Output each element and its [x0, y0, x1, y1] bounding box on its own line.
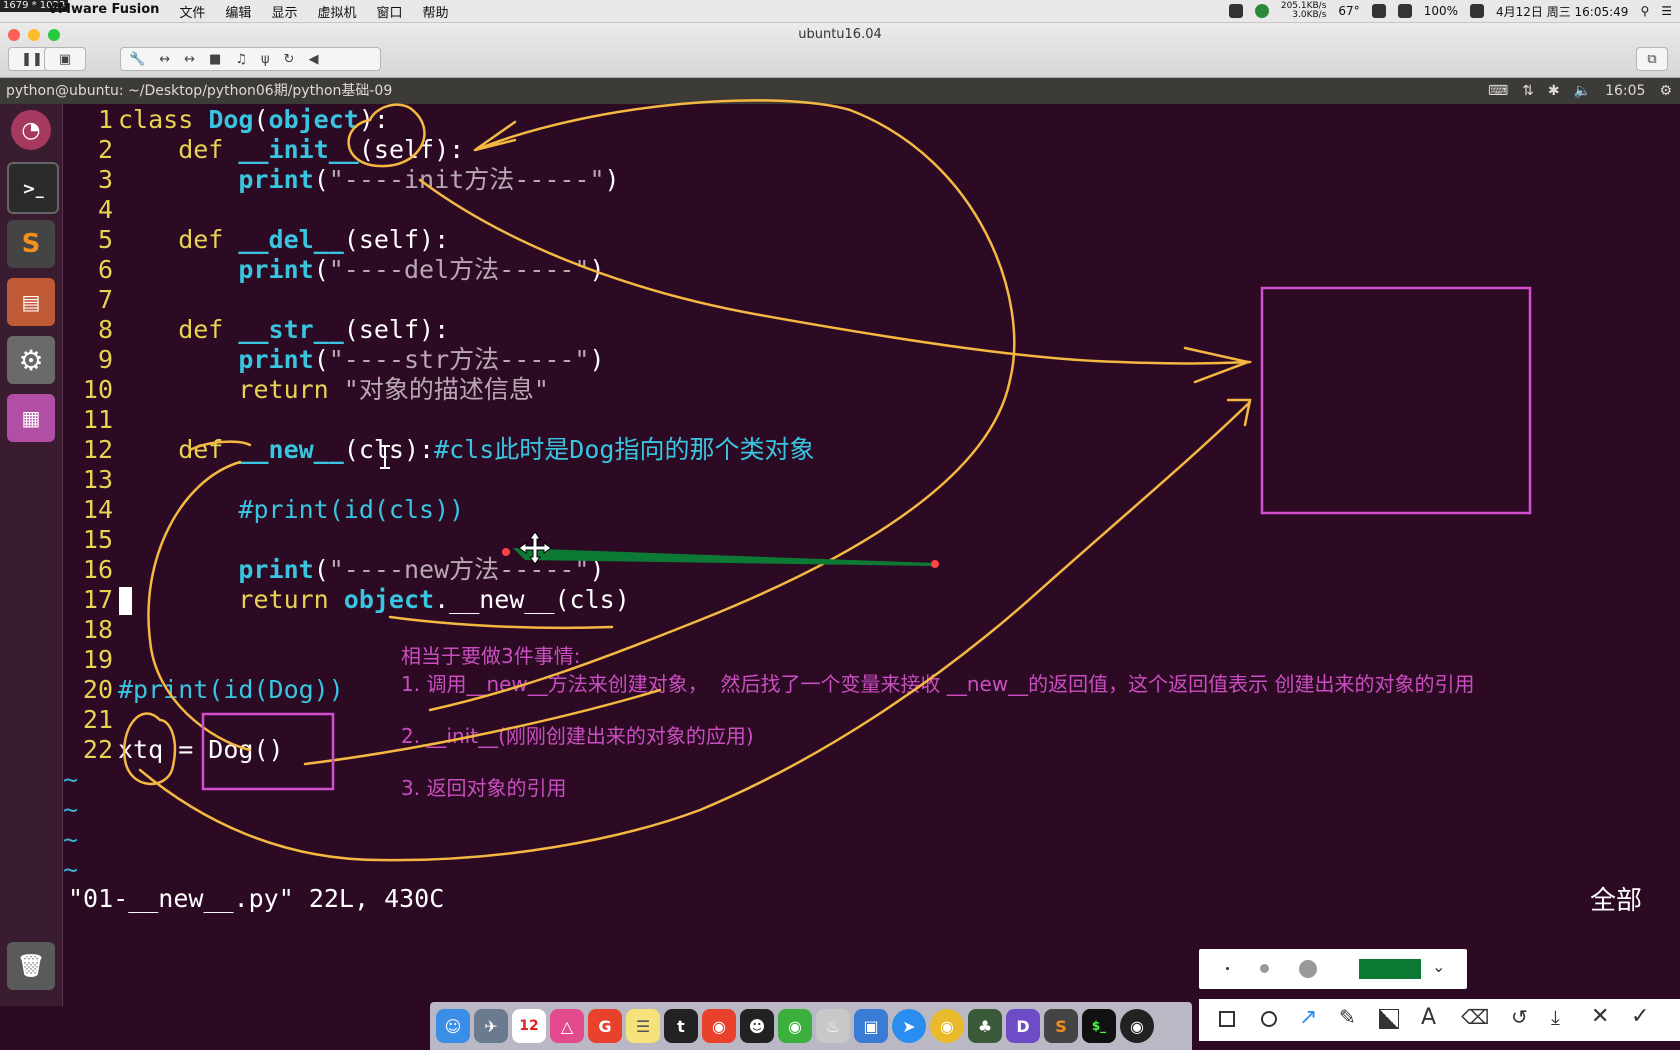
- safari-dock-icon[interactable]: ➤: [892, 1009, 926, 1043]
- terminal-dock-icon[interactable]: $_: [1082, 1009, 1116, 1043]
- annotation-arrow-init: [428, 99, 1016, 712]
- annotation-arrowhead-init: [474, 120, 517, 152]
- ellipse-tool-icon[interactable]: [1261, 1011, 1277, 1027]
- undo-icon[interactable]: ↺: [1511, 1005, 1528, 1029]
- app-jug-dock-icon[interactable]: ♨: [816, 1009, 850, 1043]
- weibo-dock-icon[interactable]: ◉: [702, 1009, 736, 1043]
- typora-dock-icon[interactable]: t: [664, 1009, 698, 1043]
- keynote-dock-icon[interactable]: △: [550, 1009, 584, 1043]
- annotation-circle-xtq: [122, 712, 177, 786]
- notes-dock-icon[interactable]: ☰: [626, 1009, 660, 1043]
- sublime-dock-icon[interactable]: S: [1044, 1009, 1078, 1043]
- annotation-arrow-handle: [931, 560, 939, 568]
- annotation-object-box: [1260, 286, 1532, 515]
- chrome-dock-icon[interactable]: ◉: [930, 1009, 964, 1043]
- chevron-down-icon[interactable]: ⌄: [1432, 957, 1445, 976]
- text-tool-icon[interactable]: A: [1421, 1005, 1436, 1030]
- size-large-option[interactable]: [1299, 960, 1317, 978]
- app-d-dock-icon[interactable]: D: [1006, 1009, 1040, 1043]
- finder-dock-icon[interactable]: ☺: [436, 1009, 470, 1043]
- arrow-tool-icon[interactable]: ↗: [1299, 1005, 1317, 1030]
- confirm-check-icon[interactable]: ✓: [1631, 1004, 1649, 1029]
- annotation-arrow-handle: [502, 548, 510, 556]
- obs-dock-icon[interactable]: ◉: [1120, 1009, 1154, 1043]
- size-small-option[interactable]: [1226, 967, 1229, 970]
- calendar-dock-icon[interactable]: 12: [512, 1009, 546, 1043]
- screenshot-dock-icon[interactable]: ▣: [854, 1009, 888, 1043]
- app-tree-dock-icon[interactable]: ♣: [968, 1009, 1002, 1043]
- annotation-arrow-xtq: [138, 400, 1252, 862]
- annotation-tool-bar: ↗ ✎ A ⌫ ↺ ⤓ ✕ ✓: [1199, 999, 1680, 1041]
- annotation-circle-self: [347, 103, 426, 168]
- mac-dock: ☺ ✈ 12 △ G ☰ t ◉ ☻ ◉ ♨ ▣ ➤ ◉ ♣ D S $_ ◉: [430, 1002, 1192, 1050]
- app-g-dock-icon[interactable]: G: [588, 1009, 622, 1043]
- launchpad-dock-icon[interactable]: ✈: [474, 1009, 508, 1043]
- qq-dock-icon[interactable]: ☻: [740, 1009, 774, 1043]
- eraser-tool-icon[interactable]: ⌫: [1461, 1005, 1489, 1029]
- close-icon[interactable]: ✕: [1591, 1004, 1609, 1029]
- annotation-size-color-bar: ⌄: [1199, 949, 1467, 989]
- annotation-circle-new: [147, 440, 252, 752]
- download-icon[interactable]: ⤓: [1551, 1005, 1560, 1029]
- wechat-dock-icon[interactable]: ◉: [778, 1009, 812, 1043]
- pen-tool-icon[interactable]: ✎: [1339, 1005, 1356, 1029]
- annotation-arrowhead-box: [1183, 346, 1253, 384]
- ibeam-cursor-icon: [380, 445, 390, 469]
- color-swatch[interactable]: [1359, 959, 1421, 979]
- annotation-dog-box: [201, 712, 335, 791]
- rectangle-tool-icon[interactable]: [1219, 1011, 1235, 1027]
- mosaic-tool-icon[interactable]: [1379, 1009, 1399, 1029]
- annotation-line-to-box: [418, 178, 1252, 365]
- size-medium-option[interactable]: [1260, 964, 1269, 973]
- annotation-overlay: [122, 99, 1532, 862]
- annotation-green-arrow: [513, 548, 935, 566]
- annotation-line-dog: [303, 688, 662, 766]
- annotation-underline-new: [388, 615, 614, 630]
